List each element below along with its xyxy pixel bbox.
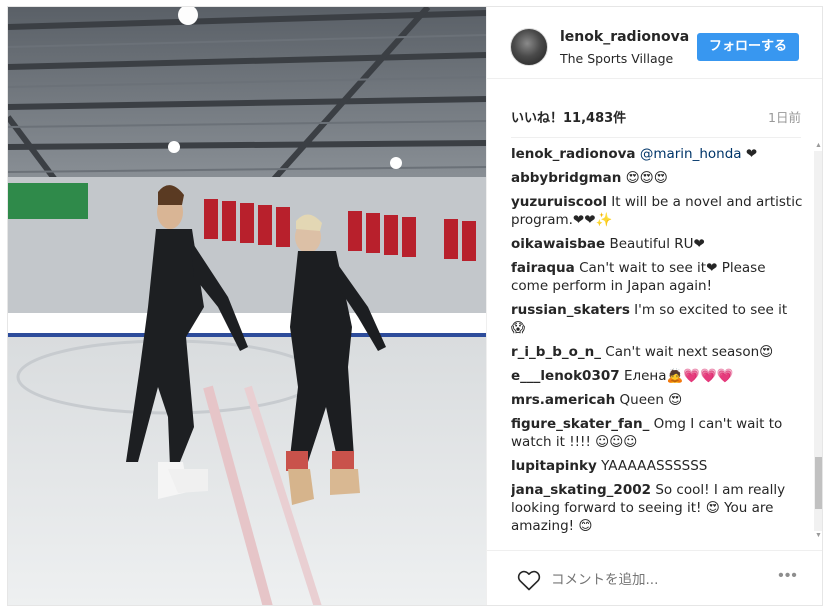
more-options-icon[interactable]: ••• <box>773 567 803 591</box>
comment: abbybridgman 😍😍😍 <box>511 169 805 187</box>
comment: lupitapinky YAAAAASSSSSS <box>511 457 805 475</box>
comment: r_i_b_b_o_n_ Can't wait next season😍 <box>511 343 805 361</box>
comment-username[interactable]: lenok_radionova <box>511 146 636 162</box>
comment-footer: ••• <box>487 550 822 605</box>
comment: yuzuruiscool It will be a novel and arti… <box>511 193 805 229</box>
comment-text: @marin_honda ❤ <box>639 146 758 162</box>
post-side-panel: lenok_radionova The Sports Village フォローす… <box>486 7 822 605</box>
comment-username[interactable]: oikawaisbae <box>511 236 605 252</box>
comment-username[interactable]: fairaqua <box>511 260 575 276</box>
comment-username[interactable]: russian_skaters <box>511 302 630 318</box>
comment-text: Елена🙇💗💗💗 <box>623 368 734 384</box>
comment-input[interactable] <box>551 567 751 593</box>
post-photo[interactable] <box>8 7 486 605</box>
comment-username[interactable]: mrs.americah <box>511 392 615 408</box>
username-link[interactable]: lenok_radionova <box>560 29 689 45</box>
comment-text: Queen 😍 <box>619 392 683 408</box>
comment: lenok_radionova @marin_honda ❤ <box>511 145 805 163</box>
comment-username[interactable]: figure_skater_fan_ <box>511 416 649 432</box>
comment-text: Beautiful RU❤ <box>609 236 705 252</box>
likes-row: いいね！11,483件 1日前 <box>487 103 822 127</box>
comment-text: Can't wait next season😍 <box>605 344 774 360</box>
scroll-down-icon[interactable]: ▼ <box>814 531 822 541</box>
avatar[interactable] <box>510 28 548 66</box>
comment-username[interactable]: r_i_b_b_o_n_ <box>511 344 601 360</box>
comment-username[interactable]: jana_skating_2002 <box>511 482 651 498</box>
mention-link[interactable]: @marin_honda <box>640 146 742 162</box>
comment-scrollbar[interactable]: ▲ ▼ <box>814 141 822 541</box>
comment-text: 😍😍😍 <box>625 170 668 186</box>
post-header: lenok_radionova The Sports Village フォローす… <box>487 7 822 79</box>
likes-count[interactable]: いいね！11,483件 <box>511 107 626 126</box>
scroll-up-icon[interactable]: ▲ <box>814 141 822 151</box>
comment-list[interactable]: lenok_radionova @marin_honda ❤ abbybridg… <box>511 145 805 539</box>
scroll-thumb[interactable] <box>815 457 822 509</box>
divider <box>511 137 801 138</box>
ice-rink-photo <box>8 7 486 605</box>
heart-outline-icon[interactable] <box>517 569 541 591</box>
comment: jana_skating_2002 So cool! I am really l… <box>511 481 805 535</box>
comment: fairaqua Can't wait to see it❤ Please co… <box>511 259 805 295</box>
comment-username[interactable]: e___lenok0307 <box>511 368 620 384</box>
comment-username[interactable]: abbybridgman <box>511 170 621 186</box>
post-time[interactable]: 1日前 <box>768 107 801 126</box>
comment-username[interactable]: lupitapinky <box>511 458 597 474</box>
comment: russian_skaters I'm so excited to see it… <box>511 301 805 337</box>
follow-button[interactable]: フォローする <box>697 33 799 61</box>
location-link[interactable]: The Sports Village <box>560 51 673 66</box>
comment-username[interactable]: yuzuruiscool <box>511 194 607 210</box>
comment: oikawaisbae Beautiful RU❤ <box>511 235 805 253</box>
post-card: lenok_radionova The Sports Village フォローす… <box>7 6 823 606</box>
comment-text: YAAAAASSSSSS <box>601 458 708 474</box>
comment: mrs.americah Queen 😍 <box>511 391 805 409</box>
comment: figure_skater_fan_ Omg I can't wait to w… <box>511 415 805 451</box>
comment: e___lenok0307 Елена🙇💗💗💗 <box>511 367 805 385</box>
